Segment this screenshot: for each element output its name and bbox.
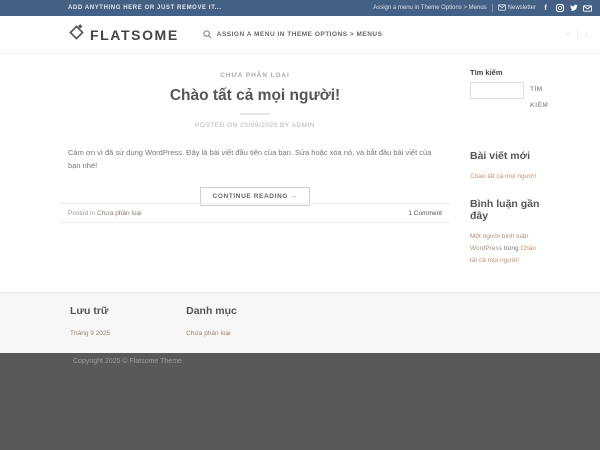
search-widget-title: Tìm kiếm — [470, 68, 542, 77]
chevron-right-icon[interactable]: › — [585, 30, 588, 40]
divider — [577, 29, 578, 41]
search-input[interactable] — [470, 82, 524, 99]
search-form: TÌM KIẾM — [470, 82, 542, 114]
topbar-menu-hint-link[interactable]: Assign a menu in Theme Options > Menus — [373, 5, 486, 11]
divider — [492, 4, 493, 12]
chevron-left-icon[interactable]: ‹ — [566, 30, 569, 40]
recent-posts-widget: Bài viết mới Chào tất cả mọi người! — [470, 150, 542, 182]
footer-widgets: Lưu trữ Tháng 9 2025 Danh mục Chưa phân … — [0, 292, 600, 353]
flatsome-logo-icon — [68, 24, 85, 46]
search-submit-button[interactable]: TÌM KIẾM — [530, 82, 548, 114]
header-right-controls: ‹ › — [566, 29, 588, 41]
archives-widget: Lưu trữ Tháng 9 2025 — [70, 305, 110, 353]
posted-in-category-link[interactable]: Chưa phân loại — [97, 210, 141, 217]
recent-comment-item: Một người bình luận WordPress trong Chào… — [470, 231, 542, 267]
search-icon[interactable] — [203, 26, 212, 44]
newsletter-link[interactable]: Newsletter — [498, 4, 536, 13]
topbar: ADD ANYTHING HERE OR JUST REMOVE IT... A… — [0, 0, 600, 16]
header-nav-hint-label: ASSIGN A MENU IN THEME OPTIONS > MENUS — [217, 31, 383, 38]
posted-in-label: Posted in — [68, 210, 95, 217]
entry-meta-bar: Posted in Chưa phân loại 1 Comment — [60, 203, 450, 223]
topbar-right: Assign a menu in Theme Options > Menus N… — [373, 4, 592, 13]
recent-comments-widget: Bình luận gần đây Một người bình luận Wo… — [470, 198, 542, 267]
newsletter-label: Newsletter — [508, 5, 536, 11]
post-category-link[interactable]: CHƯA PHÂN LOẠI — [220, 72, 289, 79]
comments-count-link[interactable]: 1 Comment — [408, 210, 442, 217]
absolute-footer: Copyright 2025 © Flatsome Theme — [0, 353, 600, 450]
post-excerpt: Cảm ơn vì đã sử dụng WordPress. Đây là b… — [60, 146, 450, 172]
post-meta: POSTED ON 23/09/2025 BY ADMIN — [60, 122, 450, 129]
recent-posts-title: Bài viết mới — [470, 150, 542, 162]
copyright-text: Copyright 2025 © Flatsome Theme — [73, 358, 600, 365]
email-icon[interactable] — [583, 4, 592, 13]
facebook-icon[interactable]: f — [541, 4, 550, 13]
categories-title: Danh mục — [186, 305, 237, 317]
main-content: CHƯA PHÂN LOẠI Chào tất cả mọi người! PO… — [0, 54, 600, 292]
twitter-icon[interactable] — [569, 4, 578, 13]
site-logo[interactable]: FLATSOME — [68, 24, 179, 46]
site-header: FLATSOME ASSIGN A MENU IN THEME OPTIONS … — [0, 16, 600, 54]
post-title[interactable]: Chào tất cả mọi người! — [60, 87, 450, 105]
title-divider — [240, 113, 270, 115]
archive-link[interactable]: Tháng 9 2025 — [70, 330, 110, 337]
sidebar: Tìm kiếm TÌM KIẾM Bài viết mới Chào tất … — [470, 68, 542, 267]
site-logo-text: FLATSOME — [90, 27, 179, 43]
blog-post-preview: CHƯA PHÂN LOẠI Chào tất cả mọi người! PO… — [60, 64, 450, 206]
recent-post-link[interactable]: Chào tất cả mọi người! — [470, 171, 542, 182]
flatsome-blog-page: ADD ANYTHING HERE OR JUST REMOVE IT... A… — [0, 0, 600, 450]
topbar-message: ADD ANYTHING HERE OR JUST REMOVE IT... — [68, 5, 222, 11]
recent-comments-title: Bình luận gần đây — [470, 198, 542, 222]
archives-title: Lưu trữ — [70, 305, 110, 317]
category-link[interactable]: Chưa phân loại — [186, 330, 237, 337]
header-nav-hint[interactable]: ASSIGN A MENU IN THEME OPTIONS > MENUS — [203, 26, 383, 44]
comment-connector: trong — [502, 245, 520, 252]
categories-widget: Danh mục Chưa phân loại — [186, 305, 237, 353]
instagram-icon[interactable] — [555, 4, 564, 13]
envelope-icon — [498, 4, 506, 13]
